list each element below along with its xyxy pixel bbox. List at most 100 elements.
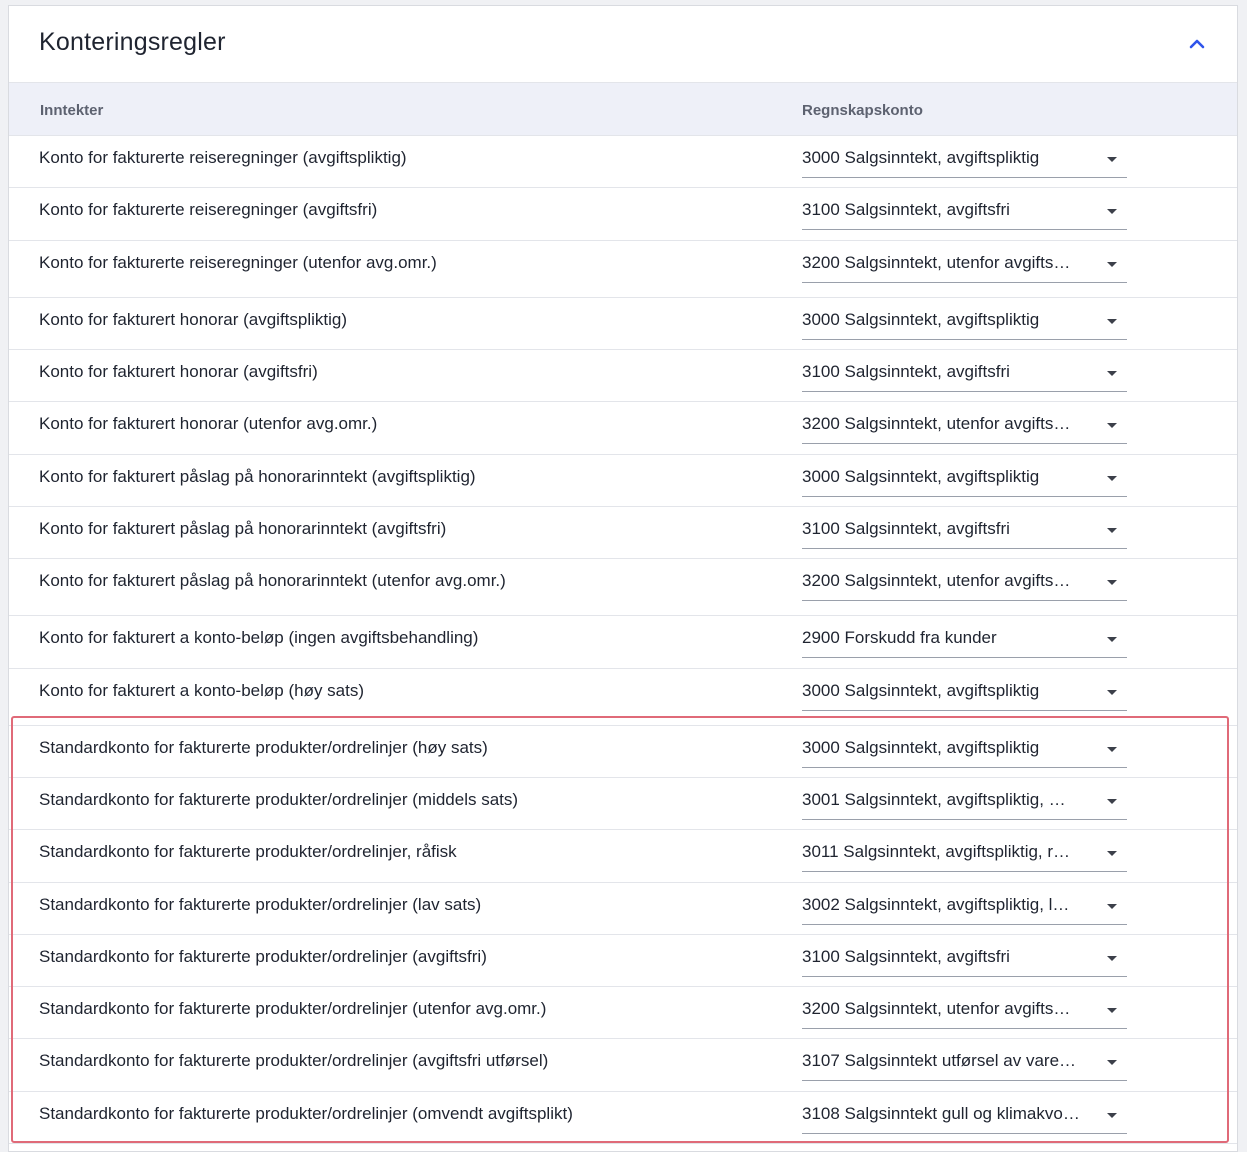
caret-down-icon	[1107, 528, 1117, 533]
caret-down-icon	[1107, 262, 1117, 267]
account-select-value: 3107 Salgsinntekt utførsel av vare…	[802, 1051, 1077, 1070]
caret-down-icon	[1107, 1113, 1117, 1118]
rule-label: Konto for fakturerte reiseregninger (ute…	[39, 253, 437, 272]
rule-label: Konto for fakturert påslag på honorarinn…	[39, 467, 476, 486]
collapse-button[interactable]	[1183, 30, 1211, 58]
account-select-value: 3000 Salgsinntekt, avgiftspliktig	[802, 148, 1040, 167]
account-select[interactable]: 2900 Forskudd fra kunder	[802, 628, 1127, 658]
rule-label: Konto for fakturert a konto-beløp (ingen…	[39, 628, 479, 647]
account-select-value: 3002 Salgsinntekt, avgiftspliktig, l…	[802, 895, 1070, 914]
account-select[interactable]: 3100 Salgsinntekt, avgiftsfri	[802, 947, 1127, 977]
account-select[interactable]: 3200 Salgsinntekt, utenfor avgifts…	[802, 253, 1127, 283]
caret-down-icon	[1107, 637, 1117, 642]
table-row: Standardkonto for fakturerte produkter/o…	[9, 726, 1237, 778]
rule-label: Standardkonto for fakturerte produkter/o…	[39, 790, 519, 809]
caret-down-icon	[1107, 1008, 1117, 1013]
table-row: Konto for fakturert påslag på honorarinn…	[9, 507, 1237, 559]
rule-label: Standardkonto for fakturerte produkter/o…	[39, 895, 482, 914]
account-select-value: 3011 Salgsinntekt, avgiftspliktig, r…	[802, 842, 1071, 861]
account-select-value: 3000 Salgsinntekt, avgiftspliktig	[802, 681, 1040, 700]
caret-down-icon	[1107, 851, 1117, 856]
rule-label: Konto for fakturert honorar (utenfor avg…	[39, 414, 378, 433]
account-select-value: 3200 Salgsinntekt, utenfor avgifts…	[802, 414, 1071, 433]
table-row: Konto for fakturert honorar (utenfor avg…	[9, 402, 1237, 455]
account-select[interactable]: 3108 Salgsinntekt gull og klimakvo…	[802, 1104, 1127, 1134]
account-select[interactable]: 3100 Salgsinntekt, avgiftsfri	[802, 362, 1127, 392]
account-select-value: 3000 Salgsinntekt, avgiftspliktig	[802, 738, 1040, 757]
caret-down-icon	[1107, 580, 1117, 585]
caret-down-icon	[1107, 423, 1117, 428]
caret-down-icon	[1107, 690, 1117, 695]
account-select-value: 3000 Salgsinntekt, avgiftspliktig	[802, 310, 1040, 329]
account-select[interactable]: 3000 Salgsinntekt, avgiftspliktig	[802, 681, 1127, 711]
accounting-rules-panel: Konteringsregler Inntekter Regnskapskont…	[8, 5, 1238, 1152]
panel-title: Konteringsregler	[39, 28, 226, 56]
account-select-value: 3200 Salgsinntekt, utenfor avgifts…	[802, 571, 1071, 590]
account-select[interactable]: 3011 Salgsinntekt, avgiftspliktig, r…	[802, 842, 1127, 872]
account-select[interactable]: 3000 Salgsinntekt, avgiftspliktig	[802, 310, 1127, 340]
table-header: Inntekter Regnskapskonto	[9, 83, 1237, 136]
rule-label: Konto for fakturert påslag på honorarinn…	[39, 519, 447, 538]
account-select[interactable]: 3002 Salgsinntekt, avgiftspliktig, l…	[802, 895, 1127, 925]
rule-label: Standardkonto for fakturerte produkter/o…	[39, 947, 487, 966]
rule-label: Standardkonto for fakturerte produkter/o…	[39, 738, 488, 757]
account-select-value: 3100 Salgsinntekt, avgiftsfri	[802, 200, 1010, 219]
chevron-up-icon	[1189, 39, 1205, 49]
account-select-value: 3100 Salgsinntekt, avgiftsfri	[802, 947, 1010, 966]
rule-label: Konto for fakturerte reiseregninger (avg…	[39, 200, 378, 219]
account-select[interactable]: 3001 Salgsinntekt, avgiftspliktig, …	[802, 790, 1127, 820]
account-select[interactable]: 3000 Salgsinntekt, avgiftspliktig	[802, 148, 1127, 178]
account-select-value: 3001 Salgsinntekt, avgiftspliktig, …	[802, 790, 1066, 809]
column-header-income: Inntekter	[40, 102, 104, 119]
rule-label: Konto for fakturert påslag på honorarinn…	[39, 571, 506, 590]
caret-down-icon	[1107, 747, 1117, 752]
account-select[interactable]: 3000 Salgsinntekt, avgiftspliktig	[802, 738, 1127, 768]
rule-label: Konto for fakturert honorar (avgiftsfri)	[39, 362, 318, 381]
rule-label: Standardkonto for fakturerte produkter/o…	[39, 1104, 573, 1123]
caret-down-icon	[1107, 1060, 1117, 1065]
table-row: Standardkonto for fakturerte produkter/o…	[9, 987, 1237, 1039]
table-row: Konto for fakturerte reiseregninger (avg…	[9, 188, 1237, 241]
rule-label: Standardkonto for fakturerte produkter/o…	[39, 1051, 549, 1070]
rule-label: Standardkonto for fakturerte produkter/o…	[39, 999, 547, 1018]
account-select[interactable]: 3100 Salgsinntekt, avgiftsfri	[802, 519, 1127, 549]
account-select[interactable]: 3200 Salgsinntekt, utenfor avgifts…	[802, 414, 1127, 444]
rule-label: Konto for fakturert honorar (avgiftsplik…	[39, 310, 348, 329]
table-row: Konto for fakturert a konto-beløp (ingen…	[9, 616, 1237, 669]
panel-header: Konteringsregler	[9, 6, 1237, 83]
caret-down-icon	[1107, 956, 1117, 961]
table-row: Konto for fakturert påslag på honorarinn…	[9, 559, 1237, 616]
rule-label: Konto for fakturert a konto-beløp (høy s…	[39, 681, 365, 700]
account-select-value: 3000 Salgsinntekt, avgiftspliktig	[802, 467, 1040, 486]
table-row: Standardkonto for fakturerte produkter/o…	[9, 1039, 1237, 1092]
caret-down-icon	[1107, 799, 1117, 804]
table-row: Konto for fakturert honorar (avgiftsfri)…	[9, 350, 1237, 402]
account-select[interactable]: 3100 Salgsinntekt, avgiftsfri	[802, 200, 1127, 230]
column-header-account: Regnskapskonto	[802, 102, 923, 119]
rule-label: Standardkonto for fakturerte produkter/o…	[39, 842, 457, 861]
account-select-value: 2900 Forskudd fra kunder	[802, 628, 997, 647]
account-select[interactable]: 3107 Salgsinntekt utførsel av vare…	[802, 1051, 1127, 1081]
account-select[interactable]: 3200 Salgsinntekt, utenfor avgifts…	[802, 571, 1127, 601]
account-select-value: 3100 Salgsinntekt, avgiftsfri	[802, 519, 1010, 538]
account-select-value: 3100 Salgsinntekt, avgiftsfri	[802, 362, 1010, 381]
table-row: Konto for fakturerte reiseregninger (ute…	[9, 241, 1237, 298]
table-row: Konto for fakturert påslag på honorarinn…	[9, 455, 1237, 507]
table-row: Konto for fakturert honorar (avgiftsplik…	[9, 298, 1237, 350]
rules-table-body: Konto for fakturerte reiseregninger (avg…	[9, 136, 1237, 1144]
rule-label: Konto for fakturerte reiseregninger (avg…	[39, 148, 407, 167]
table-row: Standardkonto for fakturerte produkter/o…	[9, 778, 1237, 830]
table-row: Konto for fakturert a konto-beløp (høy s…	[9, 669, 1237, 726]
account-select-value: 3108 Salgsinntekt gull og klimakvo…	[802, 1104, 1080, 1123]
caret-down-icon	[1107, 157, 1117, 162]
caret-down-icon	[1107, 476, 1117, 481]
account-select[interactable]: 3000 Salgsinntekt, avgiftspliktig	[802, 467, 1127, 497]
account-select-value: 3200 Salgsinntekt, utenfor avgifts…	[802, 253, 1071, 272]
table-row: Konto for fakturerte reiseregninger (avg…	[9, 136, 1237, 188]
table-row: Standardkonto for fakturerte produkter/o…	[9, 830, 1237, 883]
caret-down-icon	[1107, 209, 1117, 214]
account-select[interactable]: 3200 Salgsinntekt, utenfor avgifts…	[802, 999, 1127, 1029]
caret-down-icon	[1107, 904, 1117, 909]
account-select-value: 3200 Salgsinntekt, utenfor avgifts…	[802, 999, 1071, 1018]
table-row: Standardkonto for fakturerte produkter/o…	[9, 935, 1237, 987]
